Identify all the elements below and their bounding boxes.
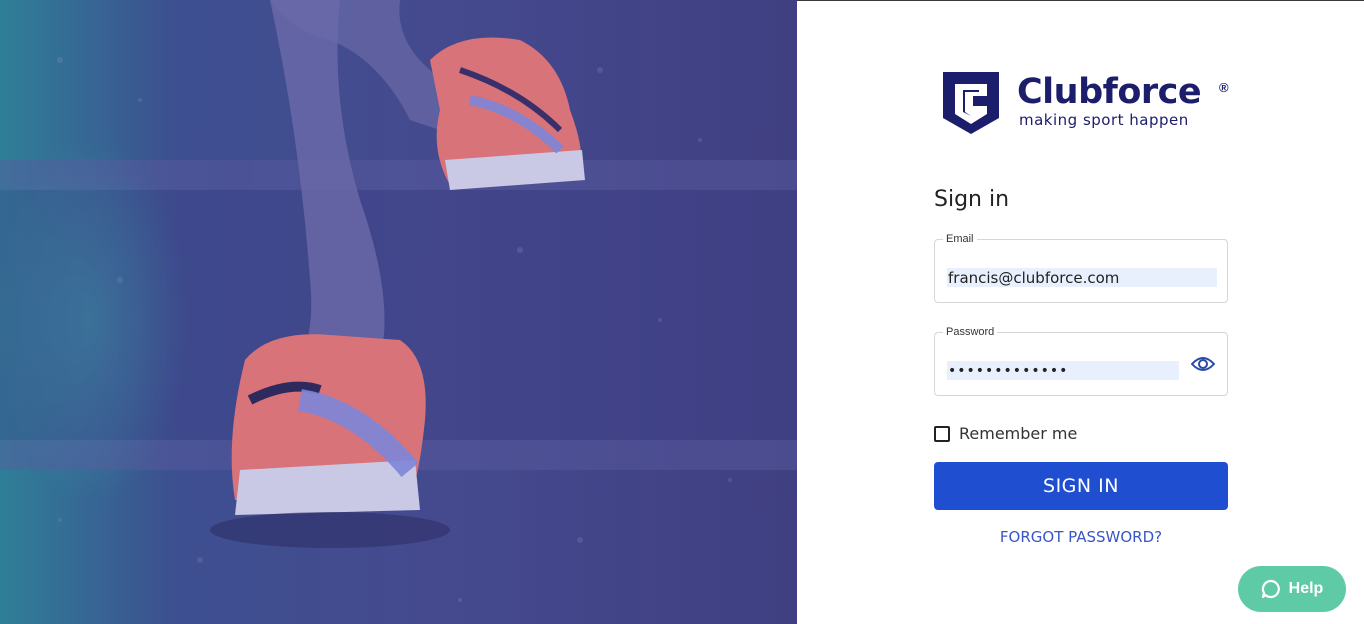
sign-in-button[interactable]: SIGN IN: [934, 462, 1228, 510]
hero-image: [0, 0, 797, 624]
password-label: Password: [943, 326, 998, 338]
eye-icon[interactable]: [1191, 354, 1215, 374]
help-button[interactable]: Help: [1238, 566, 1346, 612]
registered-mark: ®: [1219, 80, 1229, 95]
password-input[interactable]: [947, 361, 1179, 380]
brand-name: Clubforce: [1017, 72, 1202, 112]
clubforce-logo: Clubforce ® making sport happen: [941, 70, 1231, 140]
email-field[interactable]: Email: [934, 233, 1228, 303]
brand-tagline: making sport happen: [1019, 111, 1189, 129]
hero-illustration: [0, 0, 797, 602]
forgot-password-link[interactable]: FORGOT PASSWORD?: [934, 528, 1228, 546]
sign-in-panel: Clubforce ® making sport happen Sign in …: [797, 1, 1364, 624]
clubforce-shield-icon: [943, 72, 999, 134]
email-input[interactable]: [947, 268, 1217, 287]
remember-me-label: Remember me: [959, 424, 1078, 443]
page-title: Sign in: [934, 187, 1010, 212]
email-label: Email: [943, 233, 977, 245]
remember-me-checkbox[interactable]: [934, 425, 950, 442]
password-field[interactable]: Password: [934, 326, 1228, 396]
remember-me[interactable]: Remember me: [934, 424, 1077, 443]
chat-bubble-icon: [1261, 579, 1280, 599]
help-label: Help: [1288, 580, 1324, 597]
